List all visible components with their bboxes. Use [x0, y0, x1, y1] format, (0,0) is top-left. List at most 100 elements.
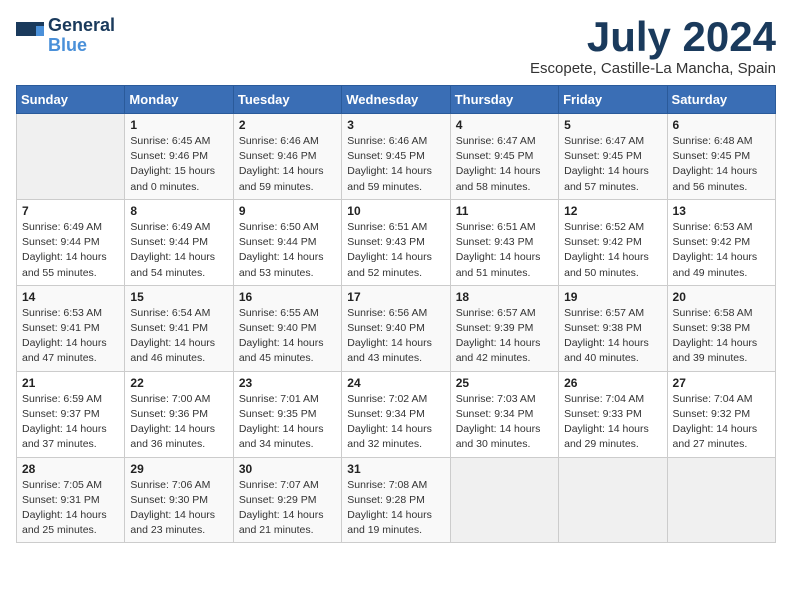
day-info: Sunrise: 7:00 AMSunset: 9:36 PMDaylight:… [130, 392, 227, 453]
logo-icon [16, 22, 44, 50]
calendar-cell: 25 Sunrise: 7:03 AMSunset: 9:34 PMDayligh… [450, 371, 558, 457]
day-number: 2 [239, 118, 336, 132]
calendar-cell: 4 Sunrise: 6:47 AMSunset: 9:45 PMDaylight… [450, 114, 558, 200]
weekday-header-friday: Friday [559, 86, 667, 114]
day-number: 13 [673, 204, 770, 218]
day-number: 16 [239, 290, 336, 304]
calendar-week-3: 14 Sunrise: 6:53 AMSunset: 9:41 PMDayligh… [17, 285, 776, 371]
day-info: Sunrise: 7:05 AMSunset: 9:31 PMDaylight:… [22, 478, 119, 539]
calendar-cell [17, 114, 125, 200]
logo-text: General Blue [48, 16, 115, 56]
page-header: General Blue July 2024 Escopete, Castill… [16, 16, 776, 77]
day-info: Sunrise: 6:51 AMSunset: 9:43 PMDaylight:… [347, 220, 444, 281]
weekday-header-saturday: Saturday [667, 86, 775, 114]
calendar-cell: 29 Sunrise: 7:06 AMSunset: 9:30 PMDayligh… [125, 457, 233, 543]
day-info: Sunrise: 6:46 AMSunset: 9:45 PMDaylight:… [347, 134, 444, 195]
day-number: 28 [22, 462, 119, 476]
day-info: Sunrise: 6:59 AMSunset: 9:37 PMDaylight:… [22, 392, 119, 453]
calendar-cell: 24 Sunrise: 7:02 AMSunset: 9:34 PMDayligh… [342, 371, 450, 457]
weekday-row: SundayMondayTuesdayWednesdayThursdayFrid… [17, 86, 776, 114]
day-number: 7 [22, 204, 119, 218]
day-number: 11 [456, 204, 553, 218]
calendar-cell: 17 Sunrise: 6:56 AMSunset: 9:40 PMDayligh… [342, 285, 450, 371]
calendar-cell: 9Sunrise: 6:50 AMSunset: 9:44 PMDaylight… [233, 199, 341, 285]
day-number: 29 [130, 462, 227, 476]
day-number: 12 [564, 204, 661, 218]
calendar-table: SundayMondayTuesdayWednesdayThursdayFrid… [16, 85, 776, 543]
day-number: 31 [347, 462, 444, 476]
day-number: 19 [564, 290, 661, 304]
day-number: 1 [130, 118, 227, 132]
calendar-cell: 1 Sunrise: 6:45 AMSunset: 9:46 PMDaylight… [125, 114, 233, 200]
calendar-cell: 13 Sunrise: 6:53 AMSunset: 9:42 PMDayligh… [667, 199, 775, 285]
day-info: Sunrise: 6:55 AMSunset: 9:40 PMDaylight:… [239, 306, 336, 367]
day-info: Sunrise: 6:56 AMSunset: 9:40 PMDaylight:… [347, 306, 444, 367]
day-number: 8 [130, 204, 227, 218]
day-number: 26 [564, 376, 661, 390]
day-number: 27 [673, 376, 770, 390]
day-number: 20 [673, 290, 770, 304]
calendar-cell: 15 Sunrise: 6:54 AMSunset: 9:41 PMDayligh… [125, 285, 233, 371]
day-number: 21 [22, 376, 119, 390]
day-number: 18 [456, 290, 553, 304]
calendar-cell: 28 Sunrise: 7:05 AMSunset: 9:31 PMDayligh… [17, 457, 125, 543]
title-block: July 2024 Escopete, Castille-La Mancha, … [530, 16, 776, 77]
calendar-cell [559, 457, 667, 543]
day-info: Sunrise: 7:06 AMSunset: 9:30 PMDaylight:… [130, 478, 227, 539]
calendar-header: SundayMondayTuesdayWednesdayThursdayFrid… [17, 86, 776, 114]
day-number: 17 [347, 290, 444, 304]
day-info: Sunrise: 6:45 AMSunset: 9:46 PMDaylight:… [130, 134, 227, 195]
day-number: 4 [456, 118, 553, 132]
day-info: Sunrise: 7:07 AMSunset: 9:29 PMDaylight:… [239, 478, 336, 539]
calendar-cell: 26 Sunrise: 7:04 AMSunset: 9:33 PMDayligh… [559, 371, 667, 457]
weekday-header-thursday: Thursday [450, 86, 558, 114]
calendar-cell [667, 457, 775, 543]
calendar-cell: 31 Sunrise: 7:08 AMSunset: 9:28 PMDayligh… [342, 457, 450, 543]
day-info: Sunrise: 6:58 AMSunset: 9:38 PMDaylight:… [673, 306, 770, 367]
logo: General Blue [16, 16, 115, 56]
day-number: 15 [130, 290, 227, 304]
day-info: Sunrise: 6:54 AMSunset: 9:41 PMDaylight:… [130, 306, 227, 367]
day-info: Sunrise: 7:04 AMSunset: 9:33 PMDaylight:… [564, 392, 661, 453]
calendar-cell: 22 Sunrise: 7:00 AMSunset: 9:36 PMDayligh… [125, 371, 233, 457]
day-number: 6 [673, 118, 770, 132]
day-info: Sunrise: 6:46 AMSunset: 9:46 PMDaylight:… [239, 134, 336, 195]
calendar-cell: 19Sunrise: 6:57 AMSunset: 9:38 PMDayligh… [559, 285, 667, 371]
day-info: Sunrise: 7:02 AMSunset: 9:34 PMDaylight:… [347, 392, 444, 453]
day-number: 22 [130, 376, 227, 390]
weekday-header-monday: Monday [125, 86, 233, 114]
calendar-week-5: 28 Sunrise: 7:05 AMSunset: 9:31 PMDayligh… [17, 457, 776, 543]
day-number: 30 [239, 462, 336, 476]
weekday-header-tuesday: Tuesday [233, 86, 341, 114]
calendar-cell: 30 Sunrise: 7:07 AMSunset: 9:29 PMDayligh… [233, 457, 341, 543]
day-number: 5 [564, 118, 661, 132]
day-info: Sunrise: 7:03 AMSunset: 9:34 PMDaylight:… [456, 392, 553, 453]
calendar-cell: 6 Sunrise: 6:48 AMSunset: 9:45 PMDaylight… [667, 114, 775, 200]
day-info: Sunrise: 6:49 AMSunset: 9:44 PMDaylight:… [22, 220, 119, 281]
day-info: Sunrise: 6:53 AMSunset: 9:42 PMDaylight:… [673, 220, 770, 281]
day-number: 3 [347, 118, 444, 132]
calendar-cell: 10Sunrise: 6:51 AMSunset: 9:43 PMDayligh… [342, 199, 450, 285]
calendar-cell: 27Sunrise: 7:04 AMSunset: 9:32 PMDayligh… [667, 371, 775, 457]
day-info: Sunrise: 6:52 AMSunset: 9:42 PMDaylight:… [564, 220, 661, 281]
calendar-cell: 5Sunrise: 6:47 AMSunset: 9:45 PMDaylight… [559, 114, 667, 200]
logo-line2: Blue [48, 35, 87, 55]
day-number: 24 [347, 376, 444, 390]
day-info: Sunrise: 6:53 AMSunset: 9:41 PMDaylight:… [22, 306, 119, 367]
day-info: Sunrise: 6:51 AMSunset: 9:43 PMDaylight:… [456, 220, 553, 281]
calendar-cell: 20 Sunrise: 6:58 AMSunset: 9:38 PMDayligh… [667, 285, 775, 371]
day-number: 25 [456, 376, 553, 390]
calendar-cell: 16 Sunrise: 6:55 AMSunset: 9:40 PMDayligh… [233, 285, 341, 371]
calendar-body: 1 Sunrise: 6:45 AMSunset: 9:46 PMDaylight… [17, 114, 776, 543]
weekday-header-sunday: Sunday [17, 86, 125, 114]
day-number: 14 [22, 290, 119, 304]
day-info: Sunrise: 6:48 AMSunset: 9:45 PMDaylight:… [673, 134, 770, 195]
day-info: Sunrise: 6:47 AMSunset: 9:45 PMDaylight:… [456, 134, 553, 195]
calendar-cell: 8 Sunrise: 6:49 AMSunset: 9:44 PMDaylight… [125, 199, 233, 285]
calendar-cell: 7 Sunrise: 6:49 AMSunset: 9:44 PMDaylight… [17, 199, 125, 285]
day-info: Sunrise: 6:50 AMSunset: 9:44 PMDaylight:… [239, 220, 336, 281]
day-info: Sunrise: 6:49 AMSunset: 9:44 PMDaylight:… [130, 220, 227, 281]
calendar-cell: 14 Sunrise: 6:53 AMSunset: 9:41 PMDayligh… [17, 285, 125, 371]
day-info: Sunrise: 7:08 AMSunset: 9:28 PMDaylight:… [347, 478, 444, 539]
calendar-cell: 12 Sunrise: 6:52 AMSunset: 9:42 PMDayligh… [559, 199, 667, 285]
